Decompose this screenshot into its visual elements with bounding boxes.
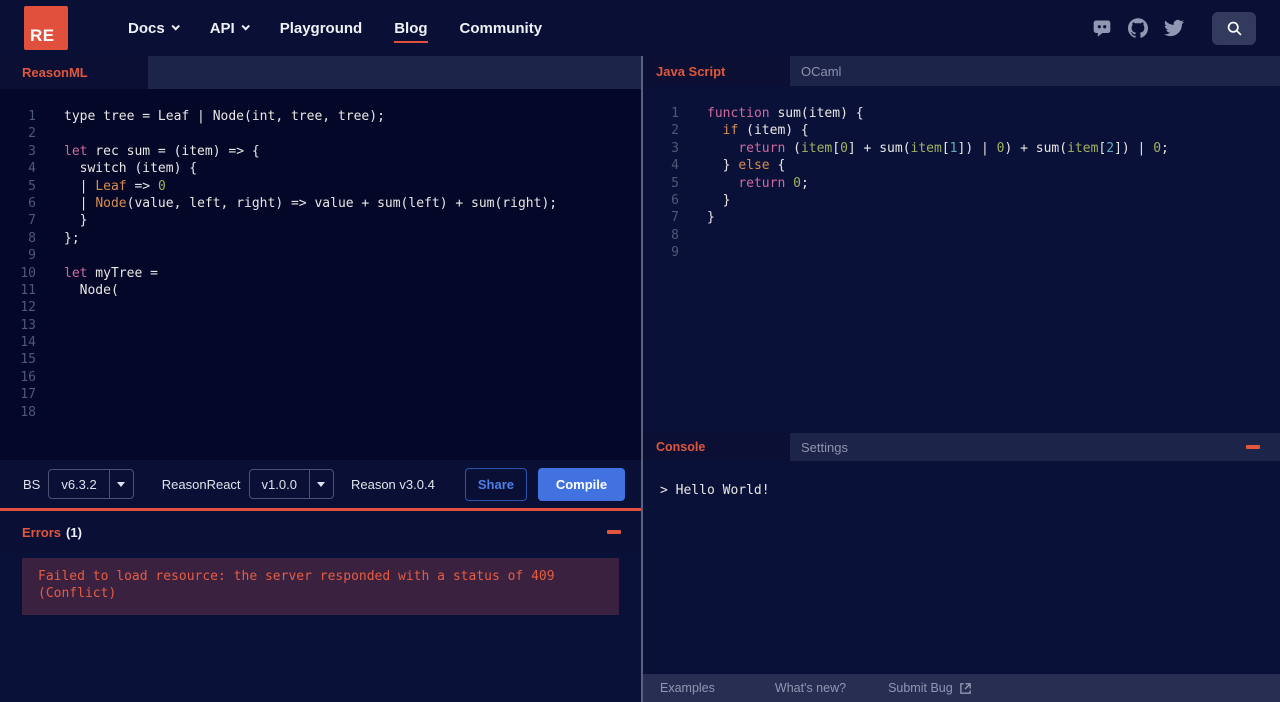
tab-javascript[interactable]: Java Script [643,56,790,86]
code-line: 6 } [671,192,731,208]
js-editor[interactable]: 1 function sum(item) { 2 if (item) {3 retu… [643,86,1280,433]
code-line: 2 [28,126,36,142]
code-line: 16 [20,369,36,385]
code-line: 7} [671,210,715,226]
code-line: 12 [20,300,36,316]
code-line: 10 let myTree = [20,265,158,281]
examples-link[interactable]: Examples [660,681,715,695]
code-line: 5 | Leaf => 0 [28,178,166,194]
code-line: 2 if (item) { [671,123,809,139]
reasonml-logo[interactable]: RE [24,6,68,50]
error-message: Failed to load resource: the server resp… [22,558,619,615]
reasonreact-label: ReasonReact [161,476,241,492]
console-tabbar: Console Settings [643,433,1280,461]
left-tabbar: ReasonML [0,56,641,89]
reasonreact-version-value: v1.0.0 [261,476,297,492]
code-line: 1 function sum(item) { [671,106,864,121]
code-line: 13 [20,317,36,333]
code-line: 6 | Node(value, left, right) => value + … [28,195,558,211]
tab-ocaml[interactable]: OCaml [790,56,841,86]
code-line: 14 [20,335,36,351]
discord-icon[interactable] [1092,18,1112,38]
share-button[interactable]: Share [464,467,527,501]
search-button[interactable] [1212,11,1256,45]
bs-label: BS [23,476,41,492]
whats-new-link[interactable]: What's new? [775,681,846,695]
editor-toolbar: BS v6.3.2 ReasonReact v1.0.0 Reason v3.0… [0,460,641,508]
nav-item-playground[interactable]: Playground [280,14,363,43]
code-line: 3 let rec sum = (item) => { [28,143,260,159]
right-tabbar: Java Script OCaml [643,56,1280,86]
dropdown-arrow-icon [108,470,133,498]
github-icon[interactable] [1128,18,1148,38]
reason-version-text: Reason v3.0.4 [350,476,435,492]
reason-editor[interactable]: 1 type tree = Leaf | Node(int, tree, tree… [0,89,641,460]
nav-item-community[interactable]: Community [460,14,543,43]
collapse-console-icon[interactable] [1246,445,1260,449]
console-output: > Hello World! [643,461,1280,674]
js-code: 1 function sum(item) { 2 if (item) {3 retu… [643,105,1280,262]
navbar: RE Docs API Playground Blog Community [0,0,1280,56]
code-line: 8 [671,227,679,243]
compile-button[interactable]: Compile [538,467,625,501]
code-line: 7 } [28,213,88,229]
tab-reasonml[interactable]: ReasonML [0,56,148,89]
bs-version-dropdown[interactable]: v6.3.2 [48,469,134,499]
external-link-icon [959,682,971,694]
errors-title: Errors [22,524,62,540]
code-line: 3 return (item[0] + sum(item[1]) | 0) + … [671,140,1169,156]
chevron-down-icon [171,21,180,31]
code-line: 9 [28,248,36,264]
code-line: 4 } else { [671,158,786,174]
code-line: 17 [20,387,36,403]
navbar-right [1092,11,1256,45]
reason-code: 1 type tree = Leaf | Node(int, tree, tree… [0,108,641,421]
twitter-icon[interactable] [1164,18,1184,38]
tab-console[interactable]: Console [643,433,790,461]
errors-header: Errors (1) [0,511,641,553]
code-line: 15 [20,352,36,368]
code-line: 5 return 0; [671,175,809,191]
errors-count: (1) [66,524,82,540]
code-line: 8}; [28,230,80,246]
code-line: 1 type tree = Leaf | Node(int, tree, tree… [28,109,385,124]
right-panel: Java Script OCaml 1 function sum(item) { 2… [643,56,1280,702]
playground-footer: Examples What's new? Submit Bug [643,674,1280,702]
main-nav: Docs API Playground Blog Community [128,14,542,43]
left-panel: ReasonML 1 type tree = Leaf | Node(int, t… [0,56,641,702]
console-line: > Hello World! [660,483,770,498]
code-line: 4 switch (item) { [28,161,198,177]
errors-body: Failed to load resource: the server resp… [0,553,641,702]
nav-item-api[interactable]: API [210,14,250,43]
main-split: ReasonML 1 type tree = Leaf | Node(int, t… [0,56,1280,702]
collapse-errors-icon[interactable] [607,530,621,534]
code-line: 18 [20,404,36,420]
dropdown-arrow-icon [308,470,333,498]
submit-bug-link[interactable]: Submit Bug [888,681,972,695]
chevron-down-icon [241,21,250,31]
logo-text: RE [30,26,55,45]
bs-version-value: v6.3.2 [61,476,97,492]
reasonreact-version-dropdown[interactable]: v1.0.0 [248,469,334,499]
tab-settings[interactable]: Settings [790,433,848,461]
nav-item-blog[interactable]: Blog [394,14,428,43]
nav-item-docs[interactable]: Docs [128,14,180,43]
code-line: 11 Node( [20,282,119,298]
search-icon [1227,21,1241,35]
code-line: 9 [671,245,679,261]
